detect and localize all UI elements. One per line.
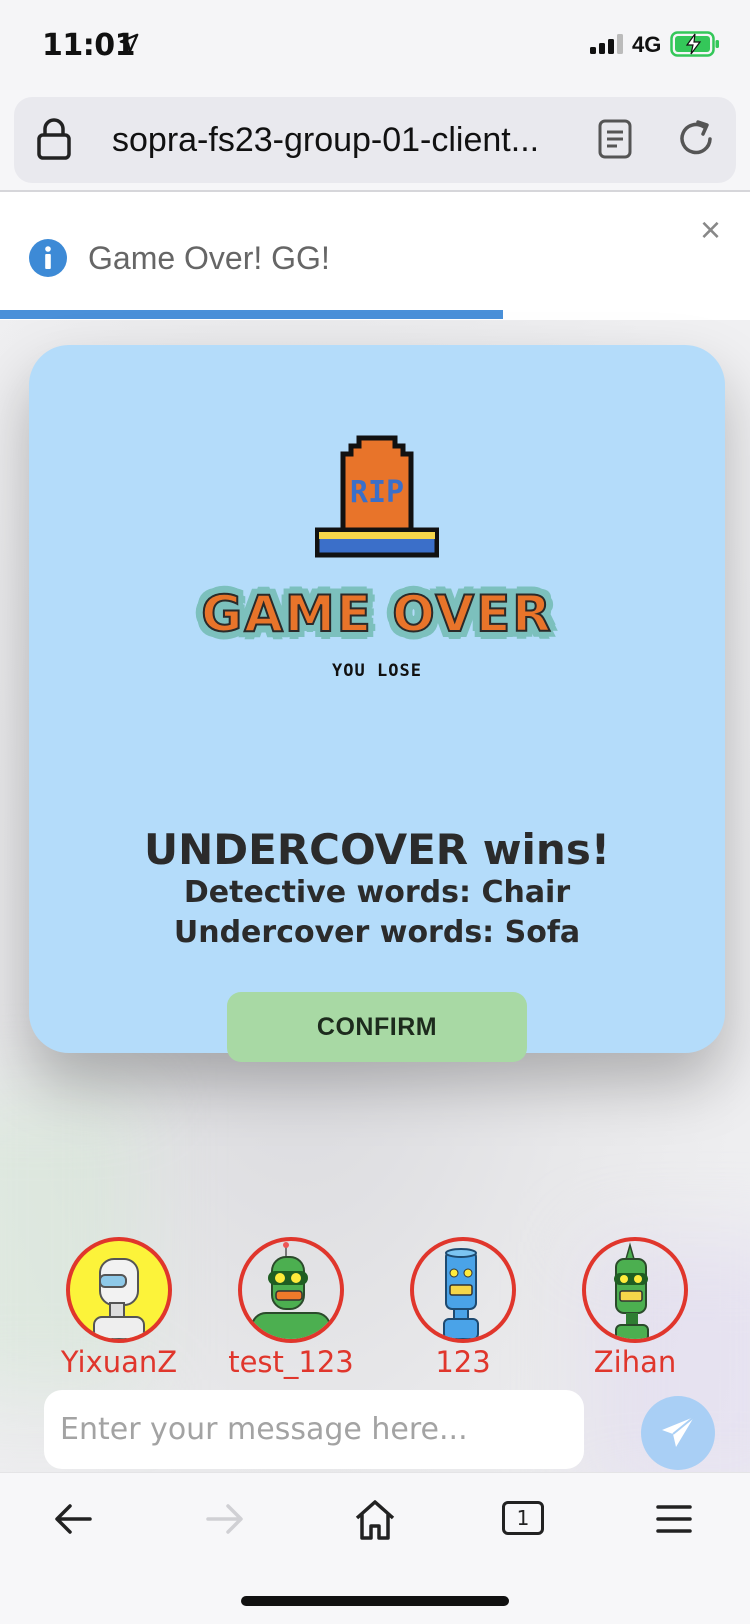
toast-message: Game Over! GG! — [88, 240, 330, 276]
green-robot-antenna-avatar-icon — [251, 1242, 331, 1339]
home-indicator — [241, 1596, 509, 1606]
back-arrow-icon[interactable] — [52, 1497, 96, 1541]
detective-words: Detective words: Chair — [183, 875, 571, 910]
player-name: 123 — [435, 1345, 491, 1379]
toast-progress-bar — [0, 310, 750, 319]
tabs-button[interactable]: 1 — [502, 1501, 544, 1535]
tombstone-text: RIP — [350, 475, 404, 510]
toast-close-button[interactable]: × — [700, 212, 721, 248]
player-name: YixuanZ — [60, 1345, 178, 1379]
reload-icon[interactable] — [674, 117, 718, 161]
avatar[interactable] — [582, 1237, 688, 1343]
location-arrow-icon — [119, 33, 139, 53]
player-card[interactable]: Zihan — [550, 1237, 720, 1387]
toast-notification: Game Over! GG! × — [0, 192, 750, 320]
lock-icon — [37, 118, 71, 160]
player-card[interactable]: 123 — [378, 1237, 548, 1387]
battery-charging-icon — [670, 31, 719, 57]
home-icon[interactable] — [352, 1497, 398, 1543]
blue-robot-avatar-icon — [443, 1248, 479, 1339]
status-bar: 11:01 4G — [0, 0, 750, 90]
game-over-title: GAME OVER — [200, 584, 553, 644]
player-name: Zihan — [593, 1345, 677, 1379]
game-over-modal: RIP GAME OVER YOU LOSE UNDERCOVER wins! … — [29, 345, 725, 1062]
reader-mode-icon[interactable] — [598, 119, 632, 159]
url-text[interactable]: sopra-fs23-group-01-client... — [112, 121, 539, 160]
undercover-words: Undercover words: Sofa — [173, 915, 581, 950]
paper-plane-icon — [662, 1416, 695, 1447]
avatar[interactable] — [66, 1237, 172, 1343]
address-bar[interactable]: sopra-fs23-group-01-client... — [14, 97, 736, 183]
tombstone-icon: RIP — [315, 435, 439, 558]
you-lose-subtitle: YOU LOSE — [332, 661, 422, 681]
info-icon — [29, 239, 67, 277]
player-name: test_123 — [228, 1345, 354, 1379]
green-robot-spike-avatar-icon — [614, 1242, 649, 1339]
game-over-banner: GAME OVER — [29, 584, 725, 644]
winner-text: UNDERCOVER wins! — [144, 825, 610, 874]
network-type: 4G — [632, 32, 662, 57]
avatar[interactable] — [238, 1237, 344, 1343]
forward-arrow-icon[interactable] — [202, 1497, 246, 1541]
toast-progress-fill — [0, 310, 503, 319]
chat-message-input[interactable] — [44, 1390, 584, 1469]
menu-icon[interactable] — [652, 1497, 696, 1541]
avatar[interactable] — [410, 1237, 516, 1343]
player-card[interactable]: test_123 — [206, 1237, 376, 1387]
send-button[interactable] — [641, 1396, 715, 1470]
cellular-signal-icon — [590, 34, 623, 54]
confirm-button[interactable]: CONFIRM — [227, 992, 527, 1062]
white-robot-avatar-icon — [93, 1258, 145, 1339]
player-card[interactable]: YixuanZ — [34, 1237, 204, 1387]
